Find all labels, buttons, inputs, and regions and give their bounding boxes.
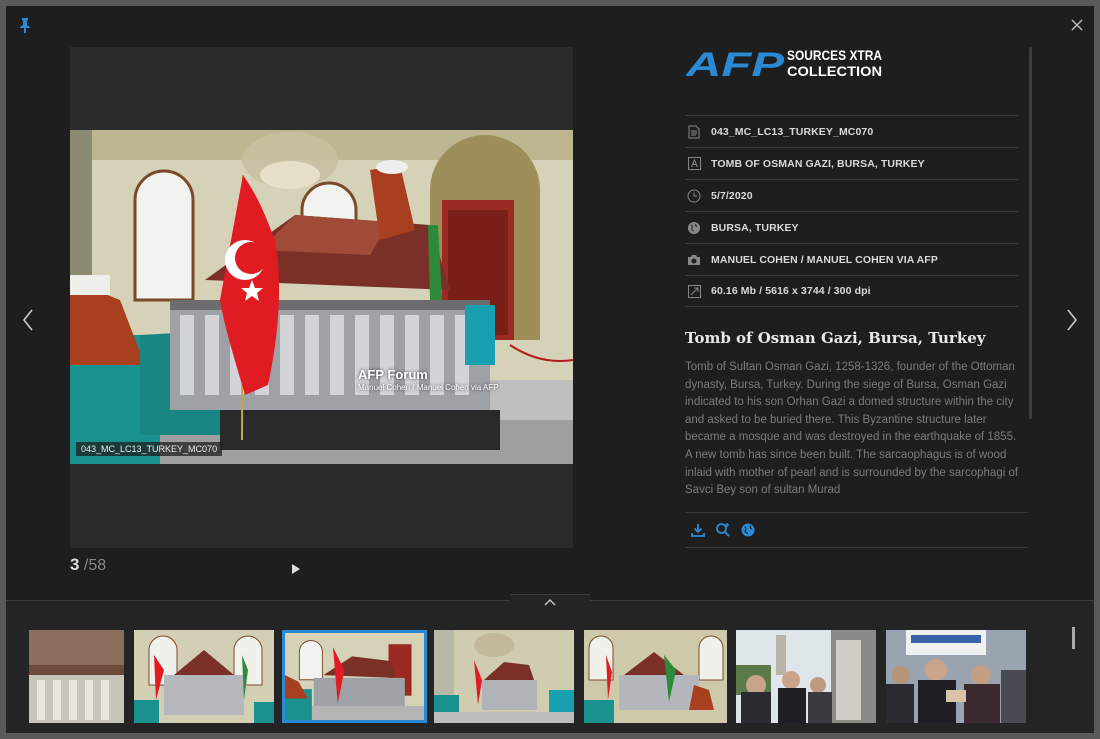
collapse-strip-toggle[interactable] — [510, 594, 590, 609]
image-counter: 3 /58 — [70, 555, 106, 575]
globe-share-icon[interactable] — [740, 522, 756, 538]
meta-row-date: 5/7/2020 — [685, 179, 1018, 211]
thumbnail-3-active[interactable] — [282, 630, 427, 723]
thumbnail-6[interactable] — [736, 630, 876, 723]
pin-icon[interactable] — [18, 17, 32, 33]
camera-icon — [686, 252, 702, 268]
afp-sources-xtra-logo: AFP SOURCES XTRA COLLECTION — [685, 46, 886, 85]
play-slideshow-icon[interactable] — [291, 562, 301, 574]
resize-icon — [686, 283, 702, 299]
meta-value: 043_MC_LC13_TURKEY_MC070 — [711, 125, 874, 138]
watermark-title: AFP Forum — [358, 367, 428, 382]
media-viewer: AFP Forum Manuel Cohen / Manuel Cohen vi… — [6, 6, 1094, 733]
next-arrow-icon[interactable] — [1062, 306, 1082, 334]
caption-text: Tomb of Sultan Osman Gazi, 1258-1326, fo… — [685, 361, 1019, 497]
globe-icon — [686, 220, 702, 236]
counter-current: 3 — [70, 555, 80, 574]
meta-value: MANUEL COHEN / MANUEL COHEN VIA AFP — [711, 253, 938, 266]
meta-row-title: TOMB OF OSMAN GAZI, BURSA, TURKEY — [685, 147, 1018, 179]
meta-row-location: BURSA, TURKEY — [685, 211, 1018, 243]
thumbnail-4[interactable] — [434, 630, 574, 723]
logo-mark: AFP — [686, 46, 784, 80]
thumbnail-strip — [6, 594, 1094, 733]
text-a-icon — [686, 156, 702, 172]
logo-line-2: COLLECTION — [787, 63, 882, 79]
meta-row-size: 60.16 Mb / 5616 x 3744 / 300 dpi — [685, 275, 1018, 307]
clock-icon — [686, 188, 702, 204]
previous-arrow-icon[interactable] — [18, 306, 38, 334]
logo-line-1: SOURCES XTRA — [787, 47, 882, 63]
info-panel-scrollbar[interactable] — [1029, 47, 1032, 419]
image-stage: AFP Forum Manuel Cohen / Manuel Cohen vi… — [70, 47, 573, 548]
metadata-list: 043_MC_LC13_TURKEY_MC070 TOMB OF OSMAN G… — [685, 115, 1018, 307]
counter-total: /58 — [83, 557, 107, 574]
watermark: AFP Forum Manuel Cohen / Manuel Cohen vi… — [358, 367, 499, 392]
meta-row-id: 043_MC_LC13_TURKEY_MC070 — [685, 115, 1018, 147]
photo-code-badge: 043_MC_LC13_TURKEY_MC070 — [76, 442, 223, 456]
thumbnail-1[interactable] — [29, 630, 124, 723]
document-icon — [686, 124, 702, 140]
thumbnail-7[interactable] — [886, 630, 1026, 723]
thumbnail-strip-scrollbar[interactable] — [1072, 627, 1075, 649]
close-icon[interactable] — [1070, 18, 1084, 32]
main-photo[interactable]: AFP Forum Manuel Cohen / Manuel Cohen vi… — [70, 130, 573, 464]
download-icon[interactable] — [690, 522, 706, 538]
chevron-up-icon — [544, 598, 556, 605]
watermark-credit: Manuel Cohen / Manuel Cohen via AFP — [358, 383, 499, 392]
action-bar — [685, 512, 1028, 548]
meta-value: TOMB OF OSMAN GAZI, BURSA, TURKEY — [711, 157, 925, 170]
caption-title: Tomb of Osman Gazi, Bursa, Turkey — [685, 329, 986, 347]
meta-value: 60.16 Mb / 5616 x 3744 / 300 dpi — [711, 285, 871, 297]
search-similar-icon[interactable] — [715, 522, 731, 538]
thumbnail-5[interactable] — [584, 630, 727, 723]
meta-value: 5/7/2020 — [711, 189, 753, 202]
meta-value: BURSA, TURKEY — [711, 221, 799, 234]
meta-row-credit: MANUEL COHEN / MANUEL COHEN VIA AFP — [685, 243, 1018, 275]
thumbnail-2[interactable] — [134, 630, 274, 723]
